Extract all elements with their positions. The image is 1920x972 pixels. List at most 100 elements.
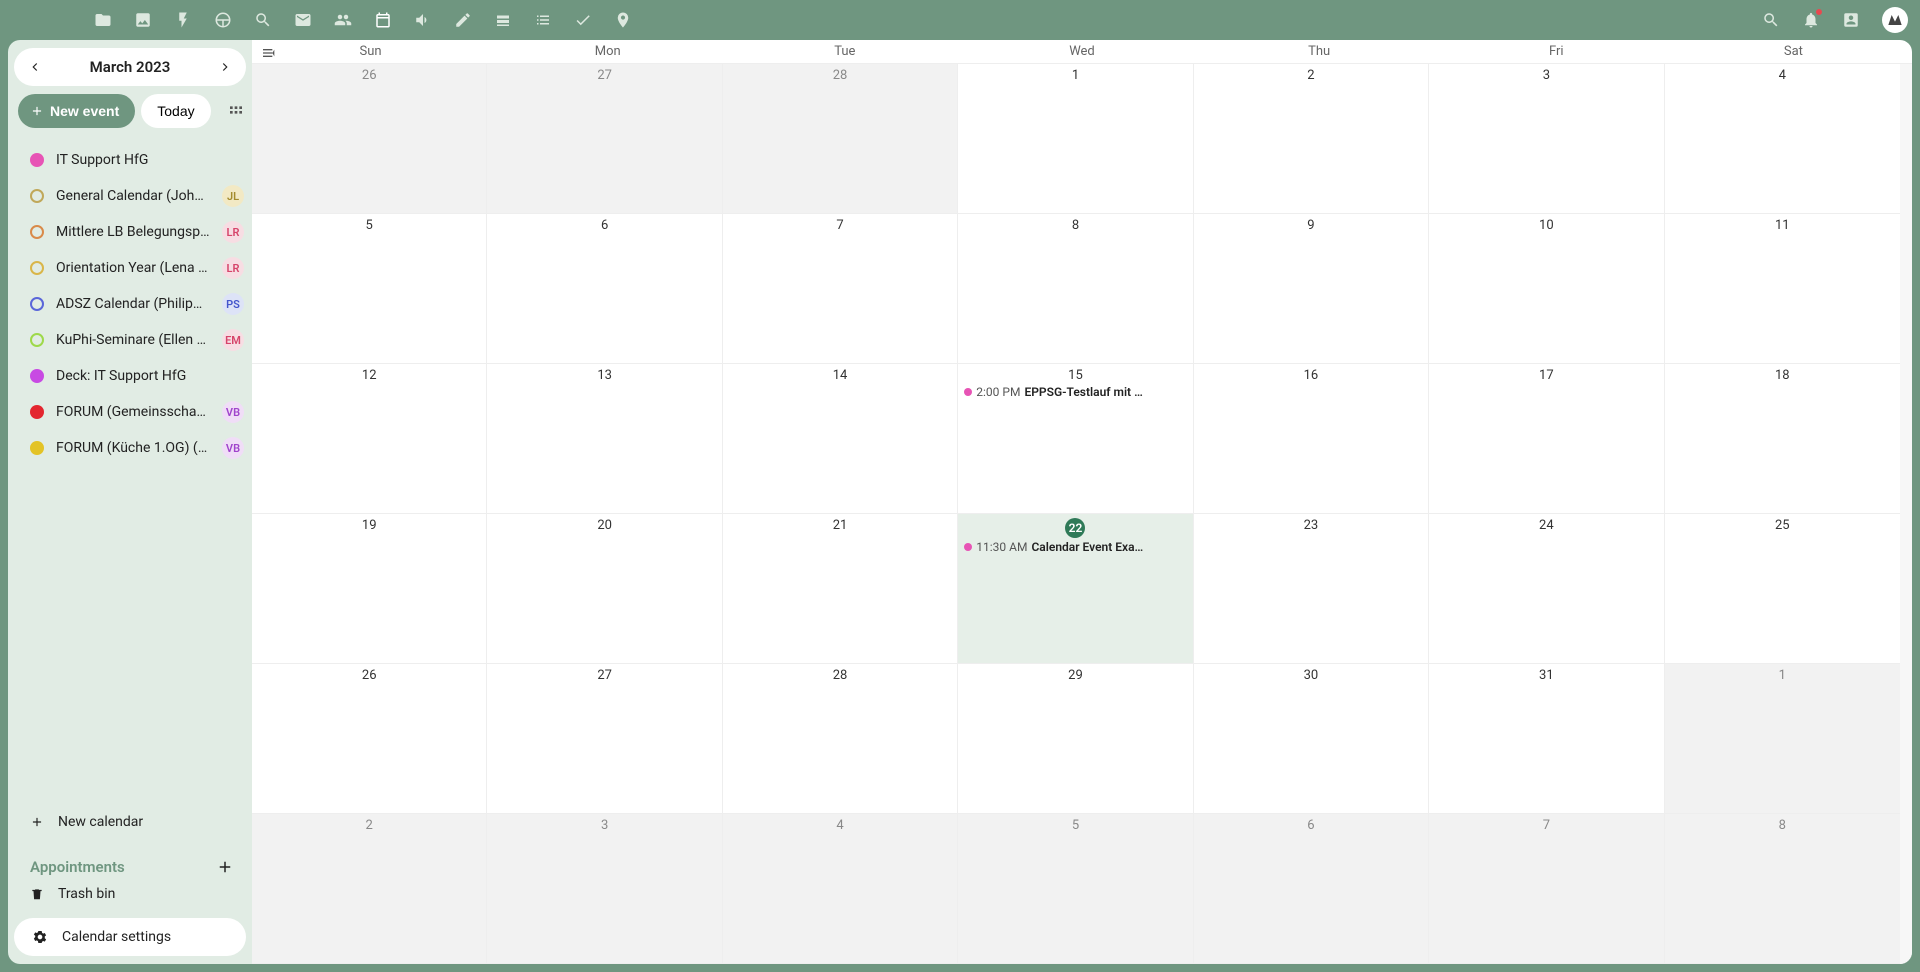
day-cell[interactable]: 5 bbox=[958, 814, 1193, 964]
contacts-icon[interactable] bbox=[1842, 11, 1860, 29]
trash-bin-link[interactable]: Trash bin bbox=[8, 876, 252, 912]
calendar-settings-button[interactable]: Calendar settings bbox=[14, 918, 246, 956]
calendar-name: Mittlere LB Belegungspl… bbox=[56, 224, 210, 240]
shared-by-badge: JL bbox=[222, 185, 244, 207]
day-cell[interactable]: 30 bbox=[1194, 664, 1429, 814]
day-cell[interactable]: 5 bbox=[252, 214, 487, 364]
files-icon[interactable] bbox=[94, 11, 112, 29]
day-cell[interactable]: 1 bbox=[958, 64, 1193, 214]
calendar-nav-icon[interactable] bbox=[374, 11, 392, 29]
day-cell[interactable]: 18 bbox=[1665, 364, 1900, 514]
day-number: 1 bbox=[1671, 668, 1894, 683]
maps-icon[interactable] bbox=[614, 11, 632, 29]
deck-icon[interactable] bbox=[494, 11, 512, 29]
day-cell[interactable]: 23 bbox=[1194, 514, 1429, 664]
today-button[interactable]: Today bbox=[141, 94, 210, 128]
day-cell[interactable]: 12 bbox=[252, 364, 487, 514]
day-cell[interactable]: 28 bbox=[723, 64, 958, 214]
month-grid[interactable]: 2627281234567891011121314152:00 PMEPPSG-… bbox=[252, 64, 1900, 964]
day-cell[interactable]: 13 bbox=[487, 364, 722, 514]
day-cell[interactable]: 2 bbox=[1194, 64, 1429, 214]
contacts-nav-icon[interactable] bbox=[334, 11, 352, 29]
day-number: 20 bbox=[493, 518, 715, 533]
day-cell[interactable]: 25 bbox=[1665, 514, 1900, 664]
calendar-name: FORUM (Küche 1.OG) (V… bbox=[56, 440, 210, 456]
month-title: March 2023 bbox=[90, 58, 171, 76]
day-cell[interactable]: 152:00 PMEPPSG-Testlauf mit … bbox=[958, 364, 1193, 514]
day-cell[interactable]: 6 bbox=[487, 214, 722, 364]
prev-month-button[interactable] bbox=[22, 54, 48, 80]
calendar-list-item[interactable]: Orientation Year (Lena R…LR bbox=[8, 250, 252, 286]
day-cell[interactable]: 3 bbox=[1429, 64, 1664, 214]
day-cell[interactable]: 1 bbox=[1665, 664, 1900, 814]
search-nav-icon[interactable] bbox=[254, 11, 272, 29]
day-cell[interactable]: 21 bbox=[723, 514, 958, 664]
day-cell[interactable]: 7 bbox=[1429, 814, 1664, 964]
day-number: 5 bbox=[964, 818, 1186, 833]
scrollbar[interactable] bbox=[1900, 64, 1912, 964]
day-cell[interactable]: 14 bbox=[723, 364, 958, 514]
day-cell[interactable]: 3 bbox=[487, 814, 722, 964]
day-cell[interactable]: 11 bbox=[1665, 214, 1900, 364]
notes-icon[interactable] bbox=[454, 11, 472, 29]
notifications-icon[interactable] bbox=[1802, 11, 1820, 29]
calendar-list-item[interactable]: FORUM (Gemeinsschaft…VB bbox=[8, 394, 252, 430]
day-cell[interactable]: 27 bbox=[487, 64, 722, 214]
day-number: 31 bbox=[1435, 668, 1657, 683]
calendar-list-item[interactable]: ADSZ Calendar (Philipp …PS bbox=[8, 286, 252, 322]
day-cell[interactable]: 20 bbox=[487, 514, 722, 664]
search-icon[interactable] bbox=[1762, 11, 1780, 29]
collapse-sidebar-button[interactable] bbox=[258, 42, 280, 64]
day-number: 16 bbox=[1200, 368, 1422, 383]
view-grid-toggle[interactable] bbox=[226, 101, 246, 121]
calendar-list-item[interactable]: IT Support HfG bbox=[8, 142, 252, 178]
day-number: 4 bbox=[729, 818, 951, 833]
day-number: 22 bbox=[964, 518, 1186, 538]
new-calendar-button[interactable]: New calendar bbox=[8, 804, 252, 840]
day-cell[interactable]: 26 bbox=[252, 664, 487, 814]
new-event-button[interactable]: New event bbox=[18, 94, 135, 128]
audio-icon[interactable] bbox=[414, 11, 432, 29]
day-cell[interactable]: 26 bbox=[252, 64, 487, 214]
day-cell[interactable]: 10 bbox=[1429, 214, 1664, 364]
day-cell[interactable]: 7 bbox=[723, 214, 958, 364]
day-number: 3 bbox=[1435, 68, 1657, 83]
calendar-list-item[interactable]: KuPhi-Seminare (Ellen M…EM bbox=[8, 322, 252, 358]
dashboard-icon[interactable] bbox=[214, 11, 232, 29]
tasks-icon[interactable] bbox=[574, 11, 592, 29]
shared-by-badge: VB bbox=[222, 401, 244, 423]
calendar-event[interactable]: 2:00 PMEPPSG-Testlauf mit … bbox=[964, 385, 1186, 399]
day-cell[interactable]: 4 bbox=[723, 814, 958, 964]
day-cell[interactable]: 4 bbox=[1665, 64, 1900, 214]
shared-by-badge: EM bbox=[222, 329, 244, 351]
calendar-list-item[interactable]: General Calendar (Joha…JL bbox=[8, 178, 252, 214]
add-appointment-button[interactable] bbox=[216, 858, 234, 876]
day-number: 17 bbox=[1435, 368, 1657, 383]
day-cell[interactable]: 24 bbox=[1429, 514, 1664, 664]
day-number: 11 bbox=[1671, 218, 1894, 233]
day-cell[interactable]: 17 bbox=[1429, 364, 1664, 514]
list-icon[interactable] bbox=[534, 11, 552, 29]
day-cell[interactable]: 2 bbox=[252, 814, 487, 964]
day-cell[interactable]: 16 bbox=[1194, 364, 1429, 514]
day-cell[interactable]: 6 bbox=[1194, 814, 1429, 964]
day-cell[interactable]: 22 11:30 AMCalendar Event Exa… bbox=[958, 514, 1193, 664]
event-title: Calendar Event Exa… bbox=[1031, 540, 1143, 554]
day-cell[interactable]: 28 bbox=[723, 664, 958, 814]
day-cell[interactable]: 8 bbox=[1665, 814, 1900, 964]
calendar-list-item[interactable]: Mittlere LB Belegungspl…LR bbox=[8, 214, 252, 250]
photos-icon[interactable] bbox=[134, 11, 152, 29]
calendar-list-item[interactable]: FORUM (Küche 1.OG) (V…VB bbox=[8, 430, 252, 466]
day-cell[interactable]: 9 bbox=[1194, 214, 1429, 364]
activity-icon[interactable] bbox=[174, 11, 192, 29]
day-cell[interactable]: 29 bbox=[958, 664, 1193, 814]
day-cell[interactable]: 31 bbox=[1429, 664, 1664, 814]
day-cell[interactable]: 19 bbox=[252, 514, 487, 664]
calendar-event[interactable]: 11:30 AMCalendar Event Exa… bbox=[964, 540, 1186, 554]
mail-icon[interactable] bbox=[294, 11, 312, 29]
calendar-list-item[interactable]: Deck: IT Support HfG bbox=[8, 358, 252, 394]
day-cell[interactable]: 27 bbox=[487, 664, 722, 814]
day-cell[interactable]: 8 bbox=[958, 214, 1193, 364]
next-month-button[interactable] bbox=[212, 54, 238, 80]
user-avatar[interactable] bbox=[1882, 7, 1908, 33]
